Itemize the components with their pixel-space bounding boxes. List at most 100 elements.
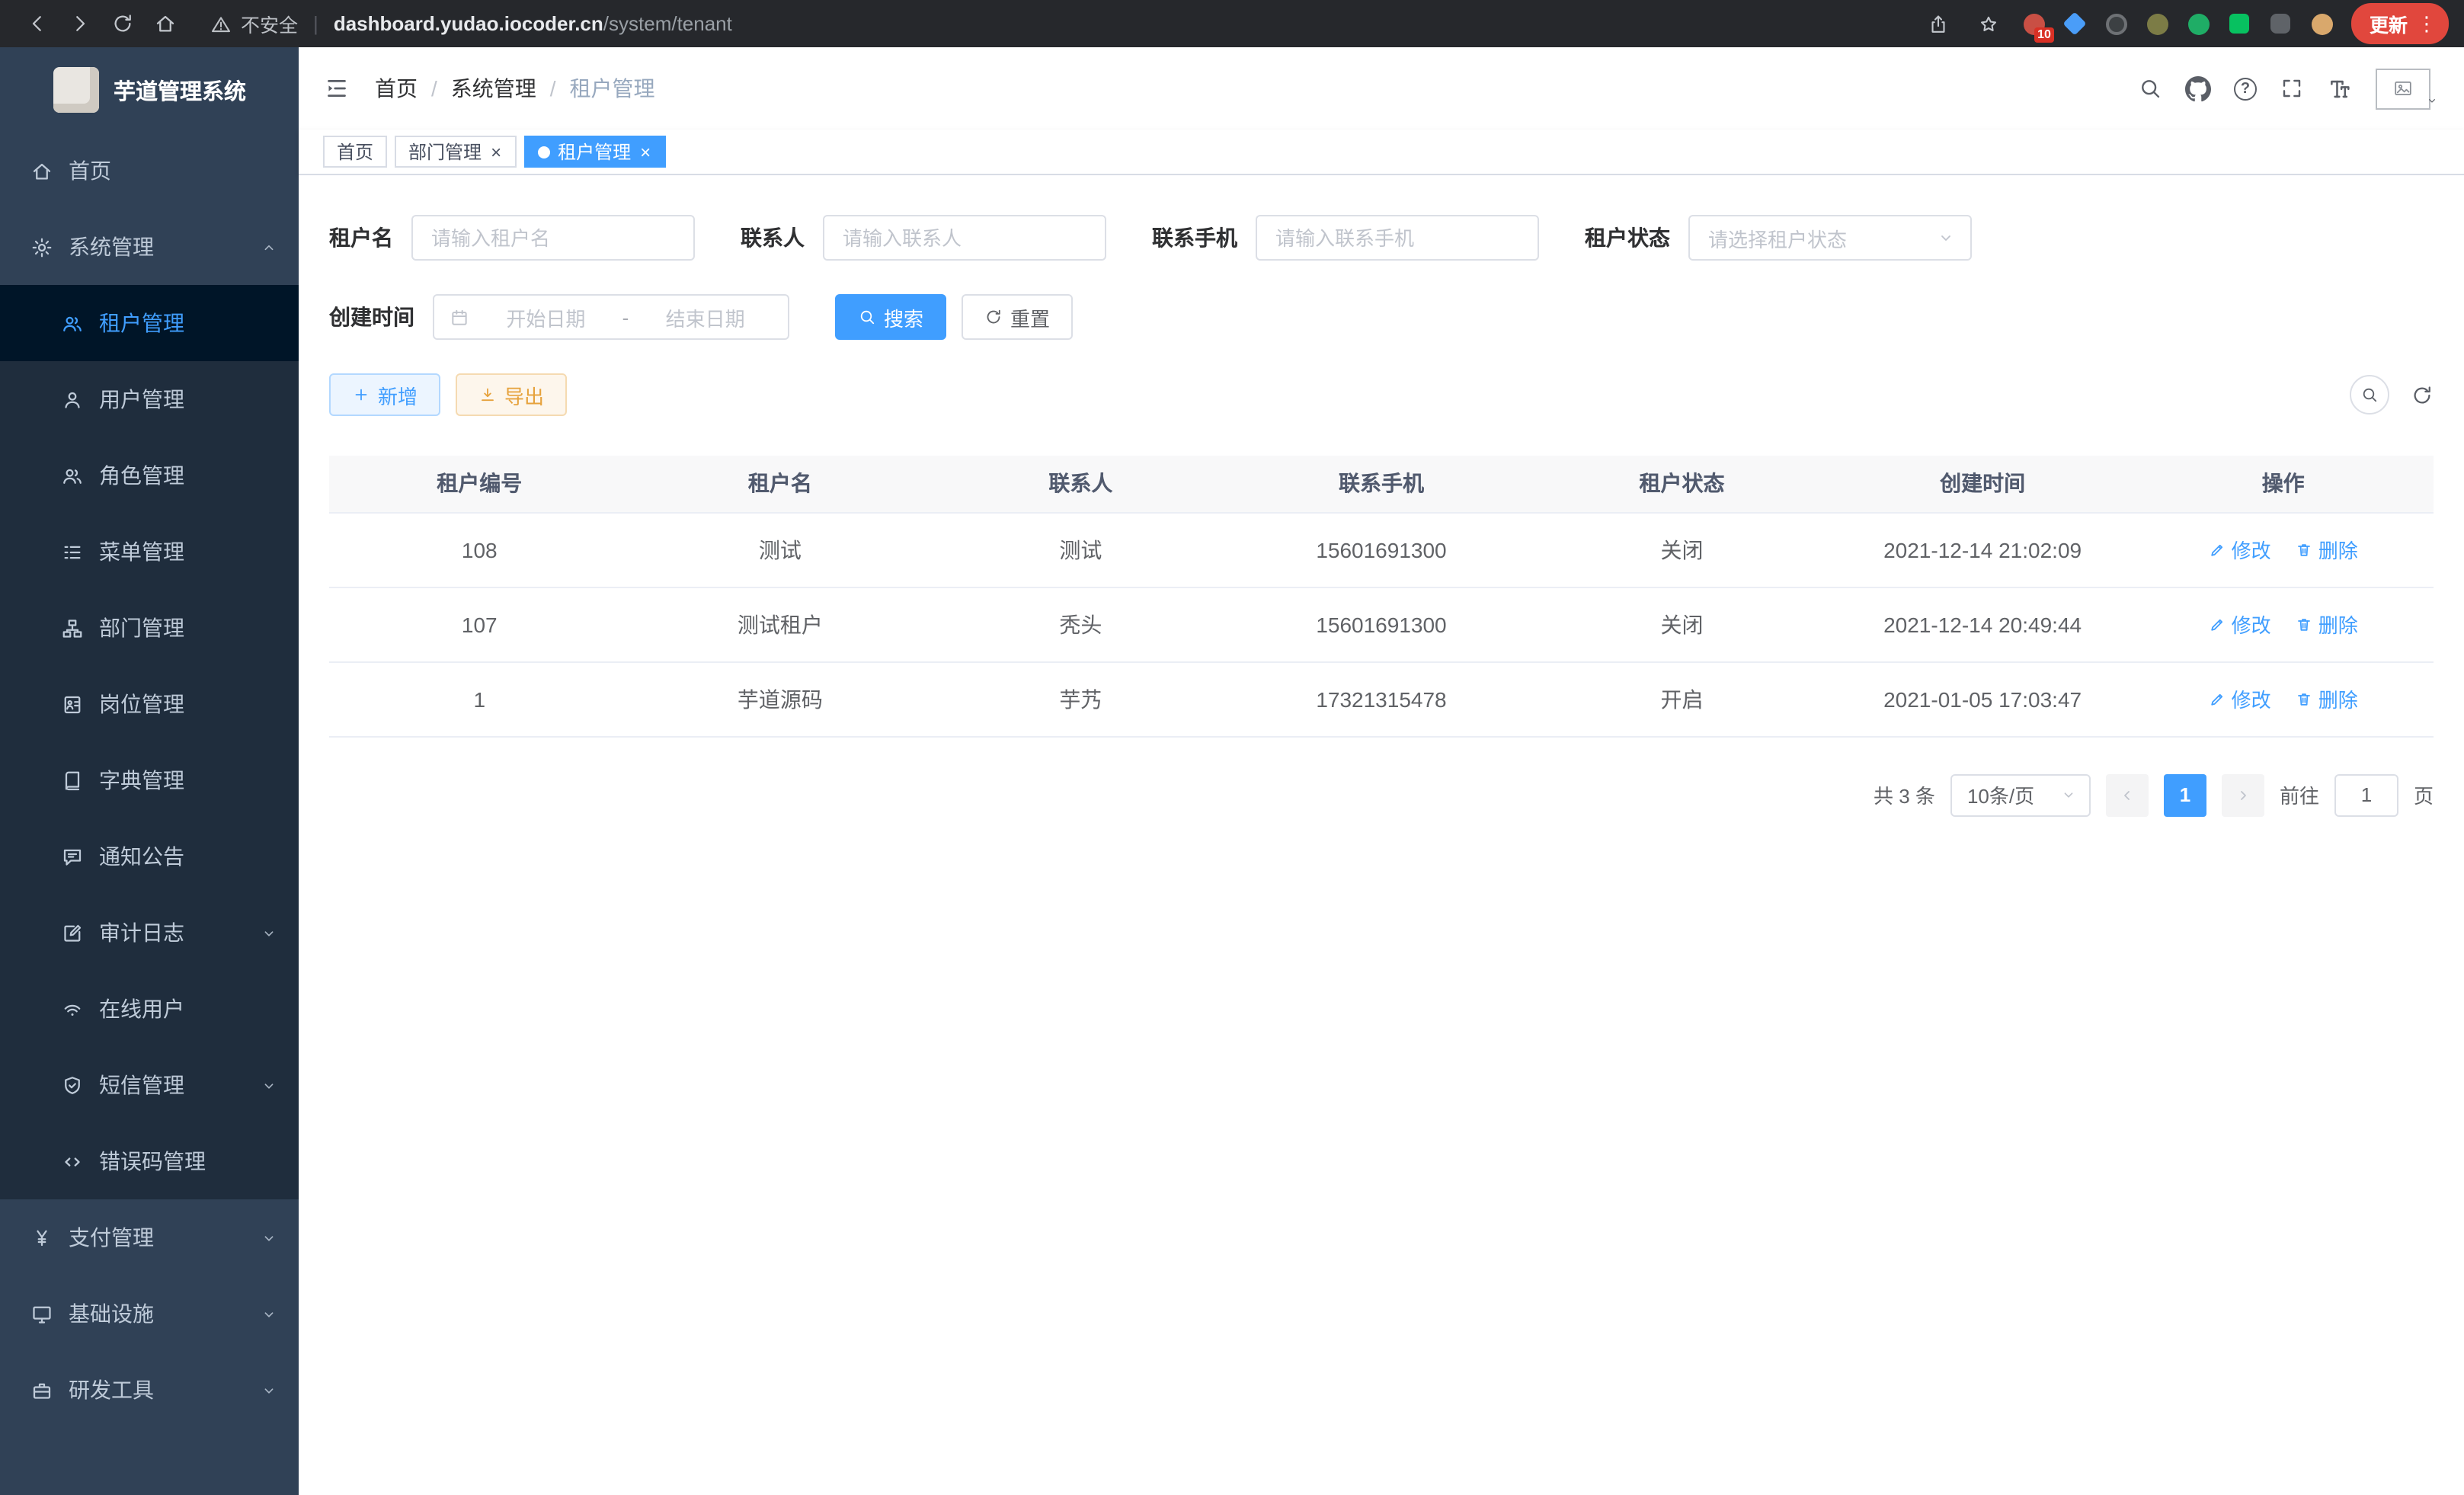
- extension-glyph: [2271, 14, 2291, 34]
- sidebar-item-error-code[interactable]: 错误码管理: [0, 1123, 299, 1199]
- show-search-toggle-button[interactable]: [2350, 375, 2389, 415]
- site-security-chip[interactable]: 不安全: [210, 9, 298, 38]
- column-header: 联系手机: [1231, 456, 1532, 512]
- cell-mobile: 15601691300: [1231, 512, 1532, 587]
- omnibox-divider: |: [313, 12, 318, 35]
- extension-icon-3[interactable]: [2104, 11, 2129, 36]
- tool-icon: [30, 1378, 53, 1401]
- font-size-icon[interactable]: [2327, 75, 2353, 101]
- create-time-range-picker[interactable]: 开始日期 - 结束日期: [433, 294, 789, 340]
- sidebar-item-notice[interactable]: 通知公告: [0, 818, 299, 895]
- chevron-down-icon: [261, 1381, 277, 1398]
- search-button-label: 搜索: [884, 303, 923, 331]
- share-button[interactable]: [1922, 4, 1955, 43]
- chevron-right-icon: [2234, 786, 2252, 804]
- bookmark-star-button[interactable]: [1972, 4, 2005, 43]
- sidebar-toggle-button[interactable]: [323, 75, 350, 102]
- sidebar-item-dev-tools[interactable]: 研发工具: [0, 1352, 299, 1428]
- filter-label: 创建时间: [329, 302, 414, 332]
- sidebar-item-dept[interactable]: 部门管理: [0, 590, 299, 666]
- fullscreen-icon[interactable]: [2280, 76, 2304, 101]
- export-button[interactable]: 导出: [456, 373, 567, 416]
- next-page-button[interactable]: [2222, 773, 2264, 816]
- browser-reload-button[interactable]: [101, 4, 143, 43]
- avatar[interactable]: [2376, 68, 2440, 109]
- refresh-table-button[interactable]: [2411, 383, 2434, 406]
- tab-label: 首页: [337, 139, 373, 165]
- sidebar-item-audit-log[interactable]: 审计日志: [0, 895, 299, 971]
- table-row: 107测试租户秃头15601691300关闭2021-12-14 20:49:4…: [329, 587, 2434, 661]
- edit-link[interactable]: 修改: [2209, 684, 2271, 713]
- export-button-label: 导出: [504, 380, 544, 409]
- extension-icon-2[interactable]: [2063, 11, 2088, 36]
- browser-home-button[interactable]: [143, 4, 186, 43]
- sidebar-item-user[interactable]: 用户管理: [0, 361, 299, 437]
- search-button[interactable]: 搜索: [835, 294, 946, 340]
- sidebar-item-home[interactable]: 首页: [0, 133, 299, 209]
- close-icon[interactable]: ×: [489, 142, 503, 161]
- sidebar-item-infra[interactable]: 基础设施: [0, 1276, 299, 1352]
- breadcrumb-item[interactable]: 首页: [375, 73, 418, 104]
- delete-link[interactable]: 删除: [2296, 535, 2358, 564]
- filter-label: 租户名: [329, 222, 393, 253]
- contact-mobile-input[interactable]: [1256, 215, 1539, 261]
- page-number-button[interactable]: 1: [2164, 773, 2206, 816]
- sidebar-item-label: 审计日志: [99, 917, 184, 948]
- tab-tenant[interactable]: 租户管理×: [524, 136, 666, 168]
- end-date-placeholder: 结束日期: [638, 303, 773, 331]
- edit-link[interactable]: 修改: [2209, 610, 2271, 639]
- add-button[interactable]: 新增: [329, 373, 440, 416]
- sidebar-item-tenant[interactable]: 租户管理: [0, 285, 299, 361]
- browser-back-button[interactable]: [15, 4, 58, 43]
- breadcrumb-separator: /: [431, 76, 437, 101]
- delete-link[interactable]: 删除: [2296, 684, 2358, 713]
- sidebar-item-dict[interactable]: 字典管理: [0, 742, 299, 818]
- page-size-select[interactable]: 10条/页: [1950, 773, 2091, 816]
- sidebar-item-online-user[interactable]: 在线用户: [0, 971, 299, 1047]
- chrome-update-button[interactable]: 更新 ⋮: [2351, 3, 2449, 44]
- sidebar-item-label: 系统管理: [69, 232, 154, 262]
- goto-page-input[interactable]: [2334, 773, 2398, 816]
- extension-icon-1[interactable]: 10: [2022, 11, 2046, 36]
- extension-icon-5[interactable]: [2187, 11, 2211, 36]
- search-icon[interactable]: [2138, 76, 2162, 101]
- close-icon[interactable]: ×: [638, 142, 652, 161]
- url-bar[interactable]: dashboard.yudao.iocoder.cn/system/tenant: [334, 12, 732, 35]
- github-icon[interactable]: [2185, 75, 2211, 101]
- browser-forward-button[interactable]: [58, 4, 101, 43]
- tab-dept[interactable]: 部门管理×: [395, 136, 517, 168]
- url-host: dashboard.yudao.iocoder.cn: [334, 12, 603, 35]
- help-icon[interactable]: ?: [2234, 77, 2257, 100]
- edit-link[interactable]: 修改: [2209, 535, 2271, 564]
- extensions-puzzle-icon[interactable]: [2269, 11, 2293, 36]
- chevron-down-icon: [261, 924, 277, 941]
- chevron-down-icon: [1937, 229, 1955, 247]
- browser-toolbar-right: 10 更新 ⋮: [1922, 3, 2449, 44]
- tenant-status-select[interactable]: 请选择租户状态: [1688, 215, 1972, 261]
- prev-page-button[interactable]: [2106, 773, 2149, 816]
- breadcrumb-item[interactable]: 系统管理: [451, 73, 536, 104]
- sidebar-item-post[interactable]: 岗位管理: [0, 666, 299, 742]
- sidebar-item-pay[interactable]: 支付管理: [0, 1199, 299, 1276]
- extension-glyph: [2188, 13, 2210, 34]
- cell-name: 测试: [630, 512, 931, 587]
- update-label: 更新: [2370, 9, 2408, 38]
- extension-icon-4[interactable]: [2146, 11, 2170, 36]
- cell-status: 关闭: [1531, 512, 1832, 587]
- sidebar-item-menu[interactable]: 菜单管理: [0, 514, 299, 590]
- profile-avatar-icon[interactable]: [2310, 11, 2334, 36]
- extension-icon-6[interactable]: [2228, 11, 2252, 36]
- cell-status: 关闭: [1531, 587, 1832, 661]
- tenant-name-input[interactable]: [411, 215, 695, 261]
- main-panel: 首页/系统管理/租户管理 ? 首页部门管理×租户管理×: [299, 47, 2464, 1495]
- sidebar-item-sms[interactable]: 短信管理: [0, 1047, 299, 1123]
- sidebar-item-system[interactable]: 系统管理: [0, 209, 299, 285]
- sidebar-item-role[interactable]: 角色管理: [0, 437, 299, 514]
- reset-button[interactable]: 重置: [962, 294, 1073, 340]
- contact-name-input[interactable]: [823, 215, 1106, 261]
- tab-home[interactable]: 首页: [323, 136, 387, 168]
- page-suffix-label: 页: [2414, 780, 2434, 809]
- app-logo[interactable]: 芋道管理系统: [0, 47, 299, 133]
- reset-button-label: 重置: [1010, 303, 1050, 331]
- delete-link[interactable]: 删除: [2296, 610, 2358, 639]
